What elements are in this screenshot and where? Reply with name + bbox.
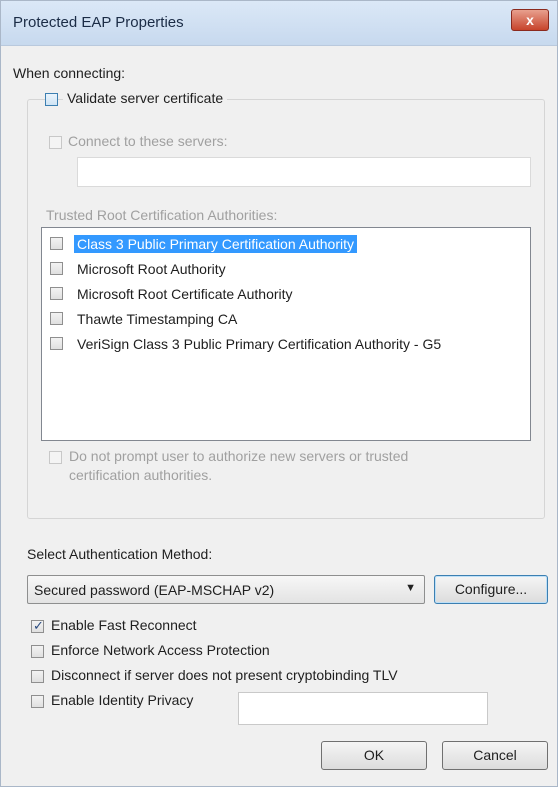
ca-checkbox[interactable] bbox=[50, 287, 63, 300]
identity-privacy-input[interactable] bbox=[238, 692, 488, 725]
ca-label: Class 3 Public Primary Certification Aut… bbox=[74, 235, 357, 253]
auth-method-heading: Select Authentication Method: bbox=[27, 546, 213, 562]
do-not-prompt-line2[interactable]: certification authorities. bbox=[69, 467, 212, 483]
when-connecting-heading: When connecting: bbox=[13, 65, 126, 81]
auth-method-value: Secured password (EAP-MSCHAP v2) bbox=[34, 582, 275, 598]
auth-method-dropdown[interactable]: Secured password (EAP-MSCHAP v2) ▼ bbox=[27, 575, 425, 604]
ca-label: Microsoft Root Certificate Authority bbox=[77, 286, 293, 302]
fast-reconnect-label[interactable]: Enable Fast Reconnect bbox=[51, 617, 197, 633]
fast-reconnect-checkbox[interactable]: ✓ bbox=[31, 618, 44, 633]
ca-checkbox[interactable] bbox=[50, 237, 63, 250]
do-not-prompt-line1[interactable]: Do not prompt user to authorize new serv… bbox=[69, 448, 408, 464]
ca-label: Microsoft Root Authority bbox=[77, 261, 226, 277]
ca-label: VeriSign Class 3 Public Primary Certific… bbox=[77, 336, 442, 352]
connect-to-servers-label[interactable]: Connect to these servers: bbox=[68, 133, 228, 149]
ca-checkbox[interactable] bbox=[50, 337, 63, 350]
validate-server-cert-checkbox[interactable] bbox=[45, 93, 58, 106]
dialog-window: Protected EAP Properties x When connecti… bbox=[0, 0, 558, 787]
configure-button[interactable]: Configure... bbox=[434, 575, 548, 604]
ca-checkbox[interactable] bbox=[50, 312, 63, 325]
validate-server-cert-label[interactable]: Validate server certificate bbox=[63, 90, 228, 106]
nap-checkbox[interactable] bbox=[31, 645, 44, 658]
servers-input[interactable] bbox=[77, 157, 531, 187]
identity-privacy-checkbox[interactable] bbox=[31, 695, 44, 708]
identity-privacy-label[interactable]: Enable Identity Privacy bbox=[51, 692, 193, 708]
ok-button[interactable]: OK bbox=[321, 741, 427, 770]
nap-label[interactable]: Enforce Network Access Protection bbox=[51, 642, 270, 658]
cancel-button[interactable]: Cancel bbox=[442, 741, 548, 770]
do-not-prompt-checkbox[interactable] bbox=[49, 451, 62, 464]
close-button[interactable]: x bbox=[511, 9, 549, 31]
connect-to-servers-checkbox[interactable] bbox=[49, 136, 62, 149]
cryptobinding-label[interactable]: Disconnect if server does not present cr… bbox=[51, 667, 398, 683]
close-icon: x bbox=[526, 12, 534, 28]
window-title: Protected EAP Properties bbox=[13, 14, 184, 31]
trusted-root-heading: Trusted Root Certification Authorities: bbox=[46, 207, 278, 223]
cryptobinding-checkbox[interactable] bbox=[31, 670, 44, 683]
checkmark-icon: ✓ bbox=[33, 618, 44, 633]
chevron-down-icon: ▼ bbox=[405, 582, 416, 594]
ca-checkbox[interactable] bbox=[50, 262, 63, 275]
title-bar[interactable]: Protected EAP Properties x bbox=[1, 1, 557, 46]
trusted-ca-list[interactable]: Class 3 Public Primary Certification Aut… bbox=[41, 227, 531, 441]
ca-label: Thawte Timestamping CA bbox=[77, 311, 238, 327]
